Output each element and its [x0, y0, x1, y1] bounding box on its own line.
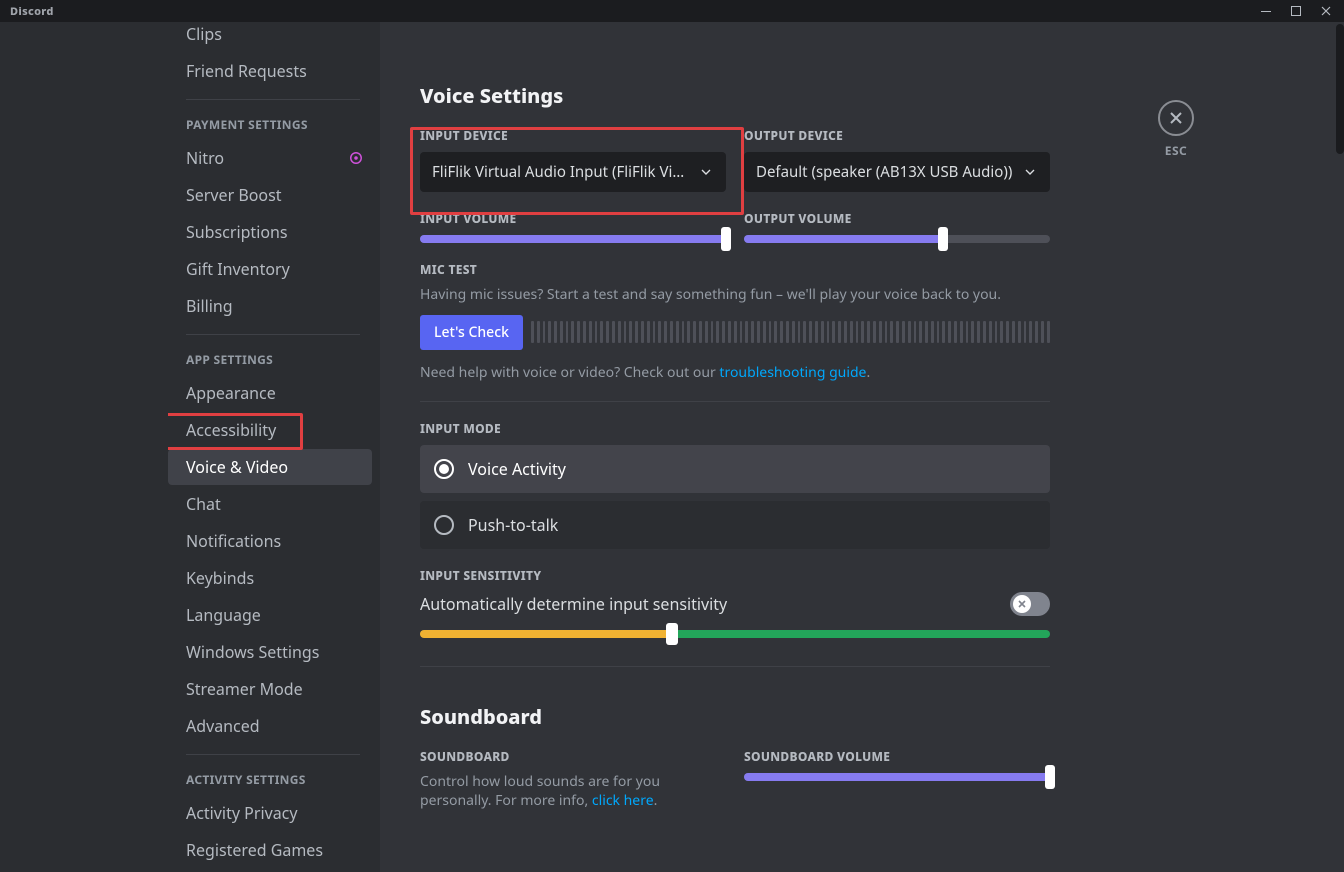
sidebar-item-advanced[interactable]: Advanced [168, 708, 372, 744]
nitro-badge-icon [348, 150, 364, 166]
settings-content: Voice Settings INPUT DEVICE FliFlik Virt… [380, 22, 1080, 872]
sidebar-heading-activity: ACTIVITY SETTINGS [168, 755, 378, 794]
maximize-button[interactable] [1282, 0, 1310, 22]
minimize-button[interactable] [1252, 0, 1280, 22]
window-controls [1252, 0, 1340, 22]
input-sensitivity-label: INPUT SENSITIVITY [420, 567, 1050, 584]
sidebar-item-registered-games[interactable]: Registered Games [168, 832, 372, 868]
input-sensitivity-slider[interactable] [420, 630, 1050, 638]
app-brand: Discord [10, 4, 54, 19]
sidebar-item-keybinds[interactable]: Keybinds [168, 560, 372, 596]
chevron-down-icon [698, 164, 714, 180]
mic-test-meter [531, 316, 1050, 348]
troubleshooting-link[interactable]: troubleshooting guide [719, 363, 866, 382]
radio-icon [434, 459, 454, 479]
sidebar-heading-payment: PAYMENT SETTINGS [168, 100, 378, 139]
soundboard-title: Soundboard [420, 703, 1050, 730]
soundboard-link[interactable]: click here [592, 791, 654, 810]
sidebar-item-accessibility[interactable]: Accessibility [168, 412, 372, 448]
page-title: Voice Settings [420, 82, 1050, 109]
help-text: Need help with voice or video? Check out… [420, 364, 1050, 383]
sidebar-item-server-boost[interactable]: Server Boost [168, 177, 372, 213]
chevron-down-icon [1022, 164, 1038, 180]
input-volume-slider[interactable] [420, 235, 726, 243]
input-mode-push-to-talk[interactable]: Push-to-talk [420, 501, 1050, 549]
sidebar-item-appearance[interactable]: Appearance [168, 375, 372, 411]
sidebar-item-nitro[interactable]: Nitro [168, 140, 372, 176]
output-device-select[interactable]: Default (speaker (AB13X USB Audio)) [744, 152, 1050, 192]
output-volume-label: OUTPUT VOLUME [744, 210, 1050, 227]
sidebar-item-chat[interactable]: Chat [168, 486, 372, 522]
esc-label: ESC [1165, 142, 1188, 159]
sidebar-item-gift-inventory[interactable]: Gift Inventory [168, 251, 372, 287]
sidebar-item-billing[interactable]: Billing [168, 288, 372, 324]
input-device-label: INPUT DEVICE [420, 127, 726, 144]
sidebar-item-notifications[interactable]: Notifications [168, 523, 372, 559]
input-mode-voice-activity[interactable]: Voice Activity [420, 445, 1050, 493]
soundboard-desc: Control how loud sounds are for you pers… [420, 773, 726, 811]
auto-sensitivity-toggle[interactable] [1010, 592, 1050, 616]
input-volume-label: INPUT VOLUME [420, 210, 726, 227]
sidebar-item-friend-requests[interactable]: Friend Requests [168, 53, 372, 89]
sidebar-item-language[interactable]: Language [168, 597, 372, 633]
settings-gutter [0, 22, 168, 872]
close-button[interactable] [1312, 0, 1340, 22]
sidebar-heading-app: APP SETTINGS [168, 335, 378, 374]
settings-sidebar: Clips Friend Requests PAYMENT SETTINGS N… [168, 22, 380, 872]
radio-icon [434, 515, 454, 535]
soundboard-volume-label: SOUNDBOARD VOLUME [744, 748, 1050, 765]
soundboard-volume-slider[interactable] [744, 773, 1050, 781]
output-volume-slider[interactable] [744, 235, 1050, 243]
sidebar-item-subscriptions[interactable]: Subscriptions [168, 214, 372, 250]
sidebar-item-clips[interactable]: Clips [168, 23, 372, 52]
sidebar-item-activity-privacy[interactable]: Activity Privacy [168, 795, 372, 831]
sidebar-item-voice-video[interactable]: Voice & Video [168, 449, 372, 485]
mic-test-desc: Having mic issues? Start a test and say … [420, 286, 1050, 305]
soundboard-label: SOUNDBOARD [420, 748, 726, 765]
lets-check-button[interactable]: Let's Check [420, 315, 523, 350]
auto-sensitivity-label: Automatically determine input sensitivit… [420, 593, 727, 615]
sidebar-item-streamer-mode[interactable]: Streamer Mode [168, 671, 372, 707]
input-device-select[interactable]: FliFlik Virtual Audio Input (FliFlik Vir… [420, 152, 726, 192]
input-mode-label: INPUT MODE [420, 420, 1050, 437]
content-scrollbar[interactable] [1336, 22, 1344, 872]
close-settings-button[interactable] [1158, 100, 1194, 136]
mic-test-label: MIC TEST [420, 261, 1050, 278]
titlebar: Discord [0, 0, 1344, 22]
sidebar-item-windows-settings[interactable]: Windows Settings [168, 634, 372, 670]
output-device-label: OUTPUT DEVICE [744, 127, 1050, 144]
